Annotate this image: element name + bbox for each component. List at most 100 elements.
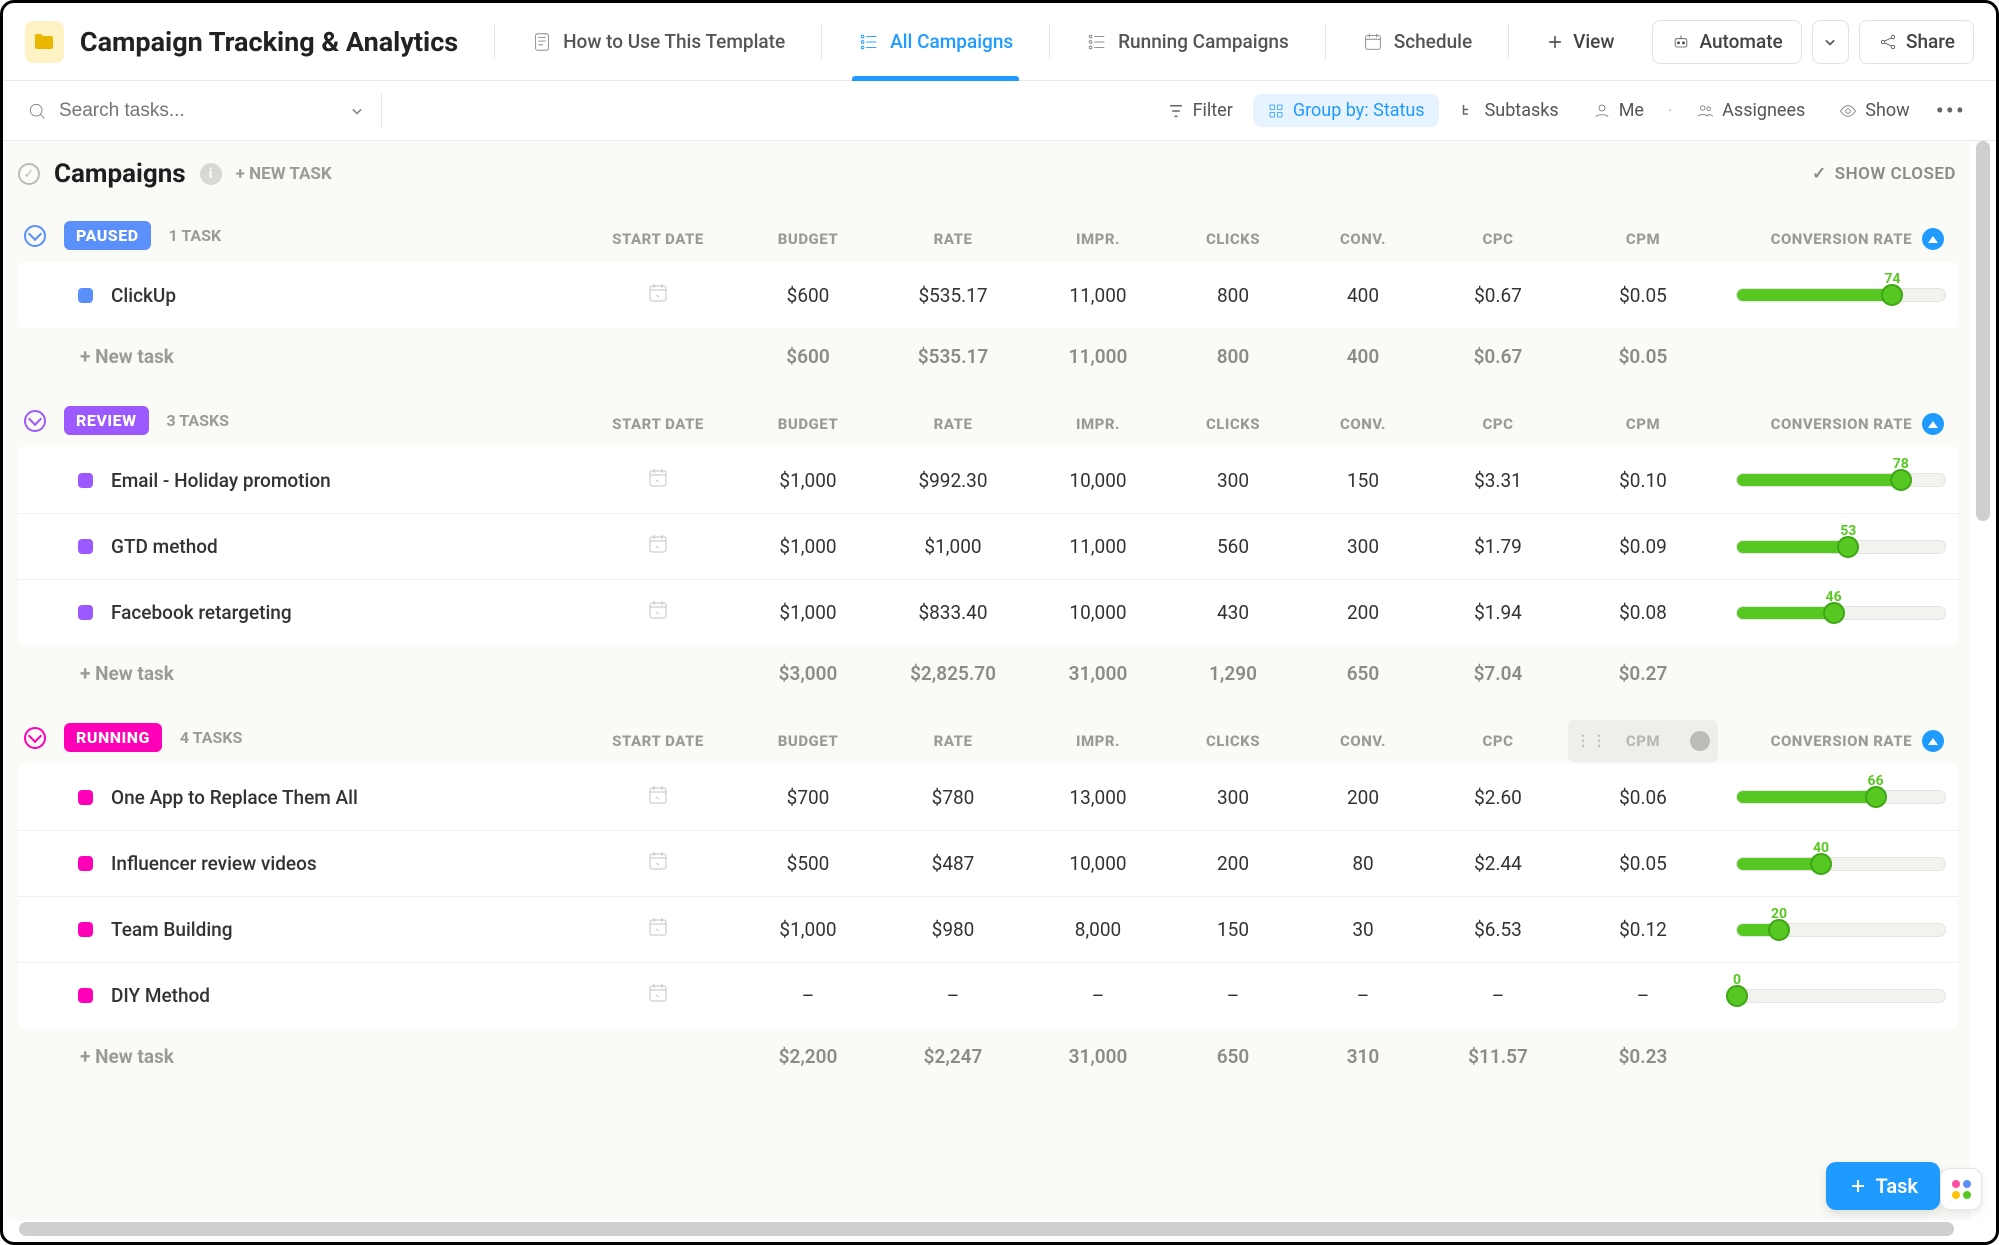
more-button[interactable]: •••: [1930, 97, 1972, 125]
tab-schedule[interactable]: Schedule: [1344, 3, 1490, 81]
show-button[interactable]: Show: [1825, 94, 1923, 127]
cpc-cell: –: [1428, 984, 1568, 1007]
budget-cell: $1,000: [738, 469, 878, 492]
rate-cell: $535.17: [878, 284, 1028, 307]
new-task-button[interactable]: + New task: [18, 662, 578, 685]
status-square-icon[interactable]: [78, 922, 93, 937]
start-date-cell[interactable]: [578, 849, 738, 878]
column-header-cpm[interactable]: CPM: [1568, 403, 1718, 445]
automate-button[interactable]: Automate: [1652, 20, 1801, 64]
start-date-cell[interactable]: [578, 783, 738, 812]
calendar-icon[interactable]: [646, 281, 670, 305]
group-summary-row: + New task $3,000 $2,825.70 31,000 1,290…: [18, 645, 1958, 701]
info-icon[interactable]: i: [200, 163, 222, 185]
conversion-rate-slider[interactable]: 20: [1718, 897, 1958, 962]
task-name: DIY Method: [111, 984, 210, 1007]
budget-cell: –: [738, 984, 878, 1007]
new-task-button[interactable]: + New task: [18, 345, 578, 368]
group-summary-row: + New task $2,200 $2,247 31,000 650 310 …: [18, 1028, 1958, 1084]
status-square-icon[interactable]: [78, 790, 93, 805]
tab-running-campaigns[interactable]: Running Campaigns: [1068, 3, 1307, 81]
calendar-icon[interactable]: [646, 532, 670, 556]
task-row[interactable]: DIY Method – – – – – – – 0: [18, 962, 1958, 1028]
collapse-list-toggle[interactable]: [18, 163, 40, 185]
cpc-cell: $1.94: [1428, 601, 1568, 624]
new-task-button-top[interactable]: + NEW TASK: [236, 164, 332, 184]
start-date-cell[interactable]: [578, 598, 738, 627]
add-view-button[interactable]: View: [1527, 20, 1632, 64]
conversion-rate-slider[interactable]: 66: [1718, 764, 1958, 830]
share-button[interactable]: Share: [1859, 20, 1974, 64]
task-row[interactable]: Facebook retargeting $1,000 $833.40 10,0…: [18, 579, 1958, 645]
group-by-label: Group by: Status: [1293, 100, 1425, 121]
task-row[interactable]: Team Building $1,000 $980 8,000 150 30 $…: [18, 896, 1958, 962]
start-date-cell[interactable]: [578, 981, 738, 1010]
search-input[interactable]: [57, 99, 297, 123]
impr-cell: 11,000: [1028, 284, 1168, 307]
cpc-cell: $0.67: [1428, 284, 1568, 307]
conv-cell: 400: [1298, 284, 1428, 307]
impr-cell: 10,000: [1028, 601, 1168, 624]
status-square-icon[interactable]: [78, 856, 93, 871]
start-date-cell[interactable]: [578, 466, 738, 495]
task-row[interactable]: GTD method $1,000 $1,000 11,000 560 300 …: [18, 513, 1958, 579]
search-box[interactable]: [27, 99, 367, 123]
calendar-icon[interactable]: [646, 981, 670, 1005]
status-square-icon[interactable]: [78, 605, 93, 620]
show-closed-toggle[interactable]: SHOW CLOSED: [1812, 164, 1956, 184]
conversion-rate-slider[interactable]: 74: [1718, 262, 1958, 328]
column-header-cpm[interactable]: ⋮⋮CPM: [1568, 720, 1718, 762]
page-title: Campaign Tracking & Analytics: [80, 26, 458, 58]
vertical-scrollbar[interactable]: [1976, 141, 1990, 521]
chevron-down-icon: [1820, 32, 1840, 52]
show-label: Show: [1865, 100, 1909, 121]
group-by-button[interactable]: Group by: Status: [1253, 94, 1439, 127]
separator: [1049, 25, 1050, 59]
conversion-rate-slider[interactable]: 78: [1718, 447, 1958, 513]
list-icon: [1086, 31, 1108, 53]
impr-cell: 8,000: [1028, 918, 1168, 941]
calendar-icon[interactable]: [646, 466, 670, 490]
status-square-icon[interactable]: [78, 288, 93, 303]
me-button[interactable]: Me: [1579, 94, 1658, 127]
new-task-fab[interactable]: Task: [1826, 1162, 1941, 1210]
calendar-icon[interactable]: [646, 783, 670, 807]
tab-how-to[interactable]: How to Use This Template: [513, 3, 803, 81]
status-square-icon[interactable]: [78, 539, 93, 554]
start-date-cell[interactable]: [578, 281, 738, 310]
calendar-icon[interactable]: [646, 915, 670, 939]
task-row[interactable]: One App to Replace Them All $700 $780 13…: [18, 764, 1958, 830]
status-square-icon[interactable]: [78, 988, 93, 1003]
automate-dropdown[interactable]: [1812, 20, 1849, 64]
conversion-rate-slider[interactable]: 40: [1718, 831, 1958, 896]
assignees-button[interactable]: Assignees: [1682, 94, 1819, 127]
column-header-conversion-rate[interactable]: CONVERSION RATE: [1718, 718, 1958, 764]
conversion-rate-slider[interactable]: 53: [1718, 514, 1958, 579]
task-row[interactable]: Influencer review videos $500 $487 10,00…: [18, 830, 1958, 896]
column-header-conversion-rate[interactable]: CONVERSION RATE: [1718, 401, 1958, 447]
start-date-cell[interactable]: [578, 915, 738, 944]
start-date-cell[interactable]: [578, 532, 738, 561]
task-name: GTD method: [111, 535, 218, 558]
apps-fab[interactable]: [1940, 1168, 1982, 1210]
calendar-icon[interactable]: [646, 598, 670, 622]
group-icon: [1267, 102, 1285, 120]
calendar-icon[interactable]: [646, 849, 670, 873]
filter-button[interactable]: Filter: [1153, 94, 1247, 127]
task-row[interactable]: ClickUp $600 $535.17 11,000 800 400 $0.6…: [18, 262, 1958, 328]
conversion-rate-slider[interactable]: 0: [1718, 963, 1958, 1028]
chevron-down-icon[interactable]: [347, 101, 367, 121]
subtasks-label: Subtasks: [1485, 100, 1559, 121]
status-square-icon[interactable]: [78, 473, 93, 488]
horizontal-scrollbar[interactable]: [19, 1222, 1954, 1236]
separator: [1508, 25, 1509, 59]
column-header-conversion-rate[interactable]: CONVERSION RATE: [1718, 216, 1958, 262]
task-row[interactable]: Email - Holiday promotion $1,000 $992.30…: [18, 447, 1958, 513]
conversion-rate-slider[interactable]: 46: [1718, 580, 1958, 645]
new-task-button[interactable]: + New task: [18, 1045, 578, 1068]
tab-all-campaigns[interactable]: All Campaigns: [840, 3, 1031, 81]
rate-cell: –: [878, 984, 1028, 1007]
subtasks-button[interactable]: Subtasks: [1445, 94, 1573, 127]
column-header-cpm[interactable]: CPM: [1568, 218, 1718, 260]
cpc-cell: $3.31: [1428, 469, 1568, 492]
